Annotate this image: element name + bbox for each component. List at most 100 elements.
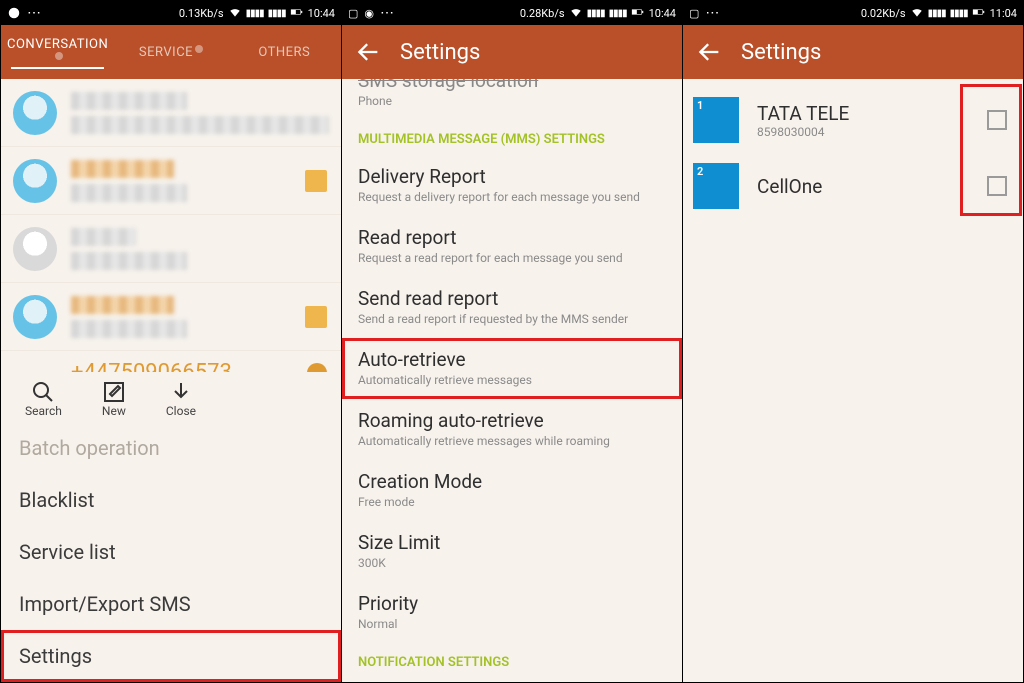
new-button[interactable]: New [102, 380, 126, 418]
unread-badge [305, 306, 327, 328]
conversation-item[interactable] [1, 79, 341, 147]
setting-title: Creation Mode [358, 470, 666, 493]
action-bar: Search New Close [1, 372, 341, 422]
more-dots-icon: ⋯ [705, 5, 719, 21]
setting-roaming-auto-retrieve[interactable]: Roaming auto-retrieve Automatically retr… [342, 399, 682, 460]
setting-title: Roaming auto-retrieve [358, 409, 666, 432]
status-bar: ⋯ 0.13Kb/s ▮▮▮▮ ▮▮▮▮ 10:44 [1, 1, 341, 25]
setting-priority[interactable]: Priority Normal [342, 582, 682, 643]
screen-sim-select: ▢ ⋯ 0.02Kb/s ▮▮▮▮ ▮▮▮▮ 11:04 Settings 1 … [683, 0, 1024, 683]
clock: 10:44 [649, 7, 676, 20]
location-notif-icon: ◉ [364, 7, 374, 20]
setting-send-read-report[interactable]: Send read report Send a read report if r… [342, 277, 682, 338]
signal-icon: ▮▮▮▮ [928, 8, 946, 19]
sim-slot-badge: 1 [693, 97, 739, 143]
avatar-icon [13, 295, 57, 339]
conversation-item[interactable] [1, 215, 341, 283]
back-arrow-icon[interactable] [354, 38, 382, 66]
settings-scroll[interactable]: SMS storage location Phone MULTIMEDIA ME… [342, 79, 682, 682]
setting-read-report[interactable]: Read report Request a read report for ea… [342, 216, 682, 277]
setting-subtitle: Automatically retrieve messages [358, 373, 666, 387]
setting-title: Send read report [358, 287, 666, 310]
clock: 11:04 [990, 7, 1017, 20]
setting-title: Priority [358, 592, 666, 615]
setting-size-limit[interactable]: Size Limit 300K [342, 521, 682, 582]
battery-icon [972, 5, 986, 22]
signal-icon-2: ▮▮▮▮ [950, 8, 968, 19]
wifi-icon [910, 5, 924, 22]
image-notif-icon: ▢ [348, 7, 358, 20]
action-label: Close [166, 404, 196, 418]
setting-title: Read report [358, 226, 666, 249]
screen-settings-list: ▢ ◉ ⋯ 0.28Kb/s ▮▮▮▮ ▮▮▮▮ 10:44 Settings … [342, 0, 683, 683]
signal-icon: ▮▮▮▮ [246, 8, 264, 19]
tab-bar: CONVERSATION SERVICE OTHERS [1, 25, 341, 79]
chevron-down-icon [169, 380, 193, 404]
settings-header: Settings [683, 25, 1023, 79]
setting-title: Size Limit [358, 531, 666, 554]
image-notif-icon: ▢ [689, 7, 699, 20]
setting-subtitle: Free mode [358, 495, 666, 509]
sim-slot-badge: 2 [693, 163, 739, 209]
search-button[interactable]: Search [25, 380, 62, 418]
tab-others[interactable]: OTHERS [228, 45, 341, 60]
status-bar: ▢ ◉ ⋯ 0.28Kb/s ▮▮▮▮ ▮▮▮▮ 10:44 [342, 1, 682, 25]
wifi-icon [569, 5, 583, 22]
avatar-icon [13, 91, 57, 135]
section-mms: MULTIMEDIA MESSAGE (MMS) SETTINGS [342, 120, 682, 155]
unread-count-badge [307, 363, 327, 373]
menu-settings[interactable]: Settings [1, 630, 341, 682]
conversation-item[interactable] [1, 283, 341, 351]
setting-storage[interactable]: SMS storage location Phone [342, 79, 682, 120]
setting-subtitle: Request a delivery report for each messa… [358, 190, 666, 204]
signal-icon-2: ▮▮▮▮ [609, 8, 627, 19]
close-button[interactable]: Close [166, 380, 196, 418]
action-label: New [102, 404, 126, 418]
screen-conversations: ⋯ 0.13Kb/s ▮▮▮▮ ▮▮▮▮ 10:44 CONVERSATION … [0, 0, 342, 683]
conversation-list: +447509066573 [1, 79, 341, 372]
setting-subtitle: Phone [358, 94, 666, 108]
setting-title: Auto-retrieve [358, 348, 666, 371]
sim-name: CellOne [757, 175, 987, 198]
sim-number: 8598030004 [757, 125, 987, 139]
signal-icon: ▮▮▮▮ [587, 8, 605, 19]
tab-conversation[interactable]: CONVERSATION [1, 37, 114, 67]
back-arrow-icon[interactable] [695, 38, 723, 66]
sim-name: TATA TELE [757, 102, 987, 125]
battery-icon [631, 5, 645, 22]
unread-badge [305, 170, 327, 192]
app-icon [7, 6, 21, 20]
conversation-item[interactable] [1, 147, 341, 215]
conversation-item[interactable]: +447509066573 [1, 351, 341, 372]
network-speed: 0.28Kb/s [520, 7, 565, 20]
settings-header: Settings [342, 25, 682, 79]
sim-list: 1 TATA TELE 8598030004 2 CellOne [683, 79, 1023, 682]
setting-creation-mode[interactable]: Creation Mode Free mode [342, 460, 682, 521]
menu-batch-operation[interactable]: Batch operation [1, 422, 341, 474]
setting-subtitle: Normal [358, 617, 666, 631]
search-icon [31, 380, 55, 404]
more-dots-icon: ⋯ [27, 5, 41, 21]
setting-subtitle: Request a read report for each message y… [358, 251, 666, 265]
network-speed: 0.13Kb/s [179, 7, 224, 20]
section-notifications: NOTIFICATION SETTINGS [342, 643, 682, 678]
page-title: Settings [400, 40, 480, 65]
network-speed: 0.02Kb/s [861, 7, 906, 20]
avatar-icon [13, 227, 57, 271]
menu-import-export[interactable]: Import/Export SMS [1, 578, 341, 630]
setting-title: SMS storage location [358, 79, 666, 92]
setting-subtitle: Send a read report if requested by the M… [358, 312, 666, 326]
tab-service[interactable]: SERVICE [114, 45, 227, 60]
highlight-box [963, 87, 1019, 213]
clock: 10:44 [308, 7, 335, 20]
wifi-icon [228, 5, 242, 22]
page-title: Settings [741, 40, 821, 65]
menu-service-list[interactable]: Service list [1, 526, 341, 578]
overflow-menu: Batch operation Blacklist Service list I… [1, 422, 341, 682]
compose-icon [102, 380, 126, 404]
setting-subtitle: 300K [358, 556, 666, 570]
menu-blacklist[interactable]: Blacklist [1, 474, 341, 526]
setting-delivery-report[interactable]: Delivery Report Request a delivery repor… [342, 155, 682, 216]
status-bar: ▢ ⋯ 0.02Kb/s ▮▮▮▮ ▮▮▮▮ 11:04 [683, 1, 1023, 25]
setting-auto-retrieve[interactable]: Auto-retrieve Automatically retrieve mes… [342, 338, 682, 399]
